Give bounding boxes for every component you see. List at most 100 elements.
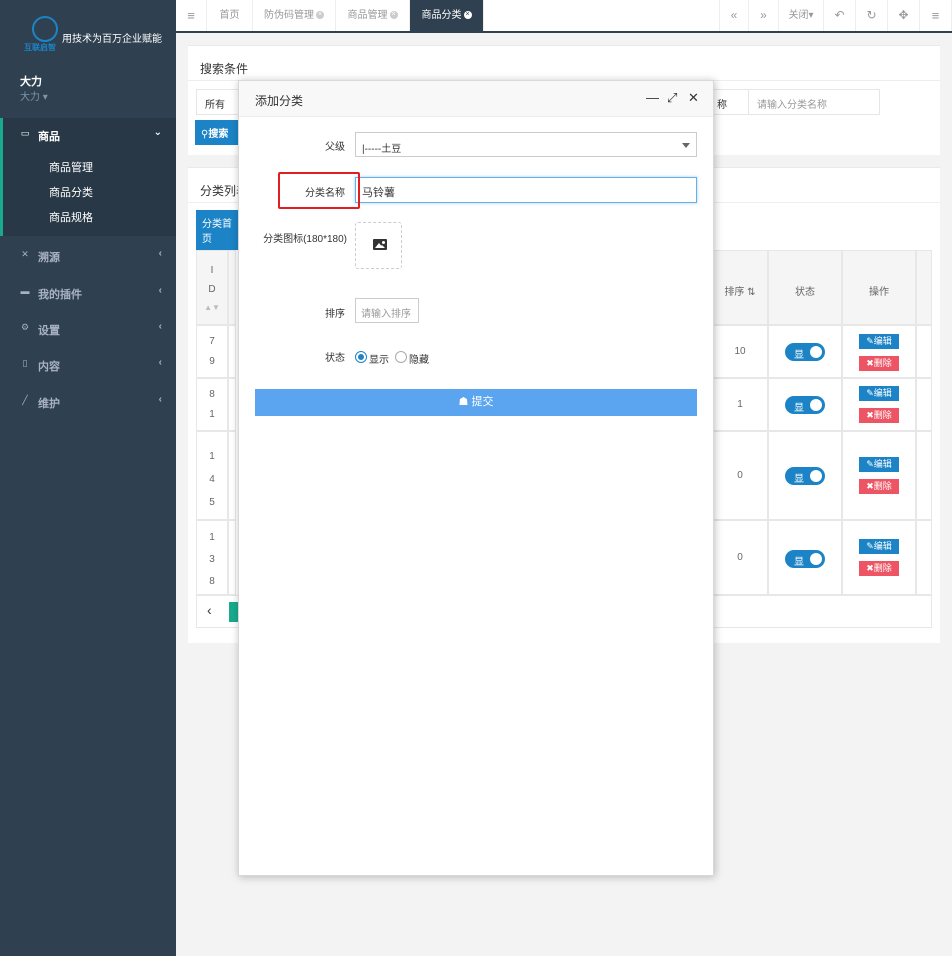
chevron-left-icon[interactable]: ‹: [207, 602, 212, 618]
search-field-label: 称: [708, 89, 748, 115]
status-show-radio[interactable]: [355, 351, 367, 363]
row-cell: [228, 378, 236, 431]
table-row: 1 4 5: [196, 431, 228, 520]
fullscreen-move-icon[interactable]: ✥: [888, 0, 920, 31]
table-row: 7 9: [196, 325, 228, 378]
refresh-icon[interactable]: ↻: [856, 0, 888, 31]
minimize-icon[interactable]: —: [646, 90, 659, 105]
delete-button[interactable]: ✖删除: [859, 479, 899, 494]
row-status-cell: 显: [768, 431, 842, 520]
close-icon[interactable]: ×: [316, 11, 324, 20]
tab-label: 防伪码管理: [264, 10, 314, 21]
icon-label: 分类图标(180*180): [263, 234, 347, 245]
nav-item-trace[interactable]: ✕ 溯源 ‹: [0, 246, 176, 266]
undo-icon[interactable]: ↶: [824, 0, 856, 31]
row-sort-cell: 0: [712, 431, 768, 520]
sort-label: 排序: [325, 309, 345, 320]
highlight-box: [278, 172, 360, 209]
tab-anticounterfeit[interactable]: 防伪码管理 ×: [253, 0, 336, 31]
edit-button[interactable]: ✎编辑: [859, 457, 899, 472]
search-input[interactable]: 请输入分类名称: [748, 89, 880, 115]
edit-button[interactable]: ✎编辑: [859, 386, 899, 401]
delete-button[interactable]: ✖删除: [859, 561, 899, 576]
submenu-goods-spec[interactable]: 商品规格: [49, 209, 93, 225]
dialog-header: 添加分类 — ⤢ ✕: [239, 81, 713, 117]
search-button[interactable]: ⚲搜索: [195, 120, 240, 145]
status-hide-radio[interactable]: [395, 351, 407, 363]
tab-goods-category[interactable]: 商品分类 ×: [410, 0, 484, 31]
col-id-header[interactable]: I D ▲▼: [196, 250, 228, 325]
row-cell: [228, 431, 236, 520]
row-cell: [916, 378, 932, 431]
submenu-goods-category[interactable]: 商品分类: [49, 184, 93, 200]
submit-label: 提交: [471, 396, 494, 408]
status-toggle[interactable]: 显: [785, 550, 825, 568]
nav-item-plugins[interactable]: ▬ 我的插件 ‹: [0, 283, 176, 303]
nav-item-content[interactable]: ▯ 内容 ‹: [0, 355, 176, 375]
category-name-input[interactable]: 马铃薯: [355, 177, 697, 203]
delete-button[interactable]: ✖删除: [859, 408, 899, 423]
col-sort-label: 排序 ⇅: [724, 287, 756, 298]
col-action-header: 操作: [842, 250, 916, 325]
logo-icon: [32, 16, 58, 42]
row-sort-cell: 0: [712, 520, 768, 595]
row-id: 1 4 5: [209, 451, 215, 508]
col-sort-header[interactable]: 排序 ⇅: [712, 250, 768, 325]
tab-goods-manage[interactable]: 商品管理 ×: [336, 0, 410, 31]
status-toggle[interactable]: 显: [785, 343, 825, 361]
sort-input[interactable]: 请输入排序: [355, 298, 419, 323]
user-role-dropdown[interactable]: 大力 ▾: [20, 88, 48, 103]
row-cell: [228, 325, 236, 378]
icon-upload[interactable]: [355, 222, 402, 269]
category-home-button[interactable]: 分类首页: [196, 210, 242, 250]
row-action-cell: ✎编辑 ✖删除: [842, 325, 916, 378]
chevron-left-icon: ‹: [158, 285, 162, 296]
user-name[interactable]: 大力: [20, 73, 42, 89]
user-role: 大力: [20, 92, 40, 103]
logo-brand: 互联启智: [24, 43, 56, 52]
search-panel-title: 搜索条件: [200, 62, 249, 76]
row-id: 7 9: [209, 336, 215, 367]
close-icon[interactable]: ×: [389, 11, 398, 20]
list-menu-icon[interactable]: ≡: [920, 0, 952, 31]
nav-item-goods[interactable]: ▭ 商品 ⌄: [0, 125, 176, 145]
sort-icon: ▲▼: [204, 303, 220, 312]
gear-icon: ⚙: [20, 322, 30, 332]
menu-toggle-icon[interactable]: ≡: [176, 0, 207, 31]
row-sort-cell: 10: [712, 325, 768, 378]
scroll-right-icon[interactable]: »: [749, 0, 779, 31]
close-icon[interactable]: ×: [463, 11, 472, 20]
book-icon: ▯: [22, 358, 28, 368]
logo: 互联启智 用技术为百万企业赋能: [24, 14, 164, 58]
status-text: 显: [794, 557, 804, 568]
row-sort-cell: 1: [712, 378, 768, 431]
table-row: 8 1: [196, 378, 228, 431]
status-toggle[interactable]: 显: [785, 467, 825, 485]
parent-label: 父级: [325, 142, 345, 153]
scroll-left-icon[interactable]: «: [719, 0, 749, 31]
nav-label: 内容: [38, 361, 60, 373]
tab-home[interactable]: 首页: [207, 0, 253, 31]
parent-select[interactable]: |-----土豆: [355, 132, 697, 157]
col-status-header: 状态: [768, 250, 842, 325]
tab-label: 首页: [219, 10, 240, 21]
row-status-cell: 显: [768, 378, 842, 431]
status-text: 显: [794, 403, 804, 414]
nav-item-settings[interactable]: ⚙ 设置 ‹: [0, 319, 176, 339]
edit-button[interactable]: ✎编辑: [859, 334, 899, 349]
submit-button[interactable]: ☗ 提交: [255, 389, 697, 416]
row-cell: [228, 520, 236, 595]
nav-label: 维护: [38, 398, 60, 410]
submenu-goods-manage[interactable]: 商品管理: [49, 159, 93, 175]
row-id: 8 1: [209, 389, 215, 420]
dialog-title: 添加分类: [255, 94, 304, 108]
nav-item-maintain[interactable]: ╱ 维护 ‹: [0, 392, 176, 412]
status-toggle[interactable]: 显: [785, 396, 825, 414]
status-show-label: 显示: [369, 355, 389, 366]
close-tabs-dropdown[interactable]: 关闭▾: [779, 0, 824, 31]
delete-button[interactable]: ✖删除: [859, 356, 899, 371]
parent-value: |-----土豆: [362, 144, 402, 155]
close-icon[interactable]: ✕: [688, 90, 699, 106]
edit-button[interactable]: ✎编辑: [859, 539, 899, 554]
maximize-icon[interactable]: ⤢: [667, 90, 677, 106]
